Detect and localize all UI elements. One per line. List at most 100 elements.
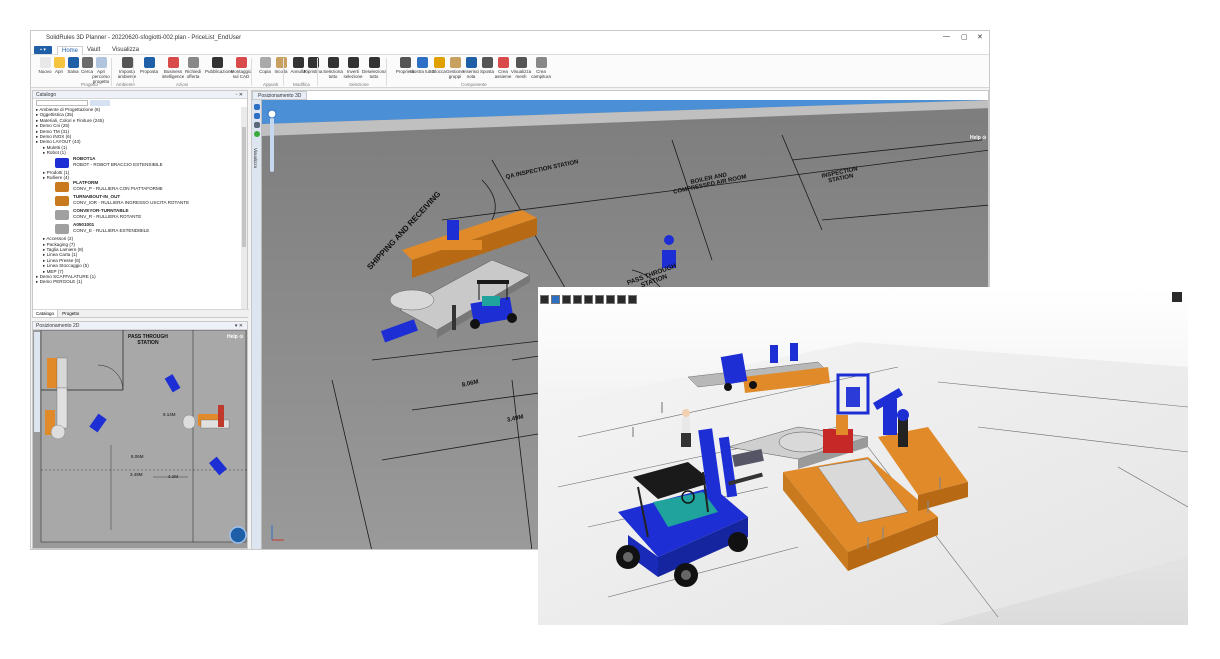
ribbon-btn-hatch[interactable]: Crea campitura [529, 57, 553, 79]
tree-item-label: Linea Presse (6) [46, 257, 81, 263]
tree-item-label: Demo LAYOUT (43) [39, 139, 81, 145]
select-cursor-icon[interactable] [551, 295, 560, 304]
pan-icon[interactable] [584, 295, 593, 304]
tab-positioning-3d[interactable]: Posizionamento 3D [252, 91, 308, 100]
panel-pin-icon[interactable]: ▾ ✕ [235, 322, 243, 330]
maximize-button[interactable]: ▢ [961, 33, 968, 41]
tab-home[interactable]: Home [57, 46, 84, 55]
home-view-icon[interactable] [540, 295, 549, 304]
catalog-title: Catalogo [36, 92, 57, 98]
ribbon-btn-cad[interactable]: Montaggio sul CAD [229, 57, 253, 79]
globe-icon[interactable] [254, 131, 260, 137]
catalog-product[interactable]: PLATFORM CONV_P - RULLIERA CON PIATTAFORM… [33, 180, 241, 194]
ribbon-btn-euro[interactable]: Proposta [137, 57, 161, 74]
catalog-product[interactable]: ROBOT1A ROBOT - ROBOT BRACCIO ESTENSIBILE [33, 156, 241, 170]
panel-3d-tab-label: Posizionamento 3D [258, 93, 302, 99]
sidebar-visualizza-label: Visualizza [253, 148, 258, 169]
viewer-3d-sidebar[interactable]: Visualizza [252, 100, 262, 549]
layers-icon[interactable] [254, 122, 260, 128]
ribbon-group-label: Modifica [293, 82, 310, 87]
plan2d-toolbox[interactable] [34, 332, 40, 432]
screenshot-icon[interactable] [617, 295, 626, 304]
product-thumbnail [55, 182, 69, 193]
plan2d-dim-2: 3.49M [130, 472, 143, 477]
file-menu-button[interactable]: ▪ ▾ [34, 46, 52, 54]
help-button[interactable]: Help ⊙ [227, 334, 243, 340]
ribbon-separator [251, 58, 252, 86]
help-button[interactable]: Help ⊙ [970, 135, 986, 141]
ribbon-btn-deselect[interactable]: Deseleziona tutto [362, 57, 387, 79]
ribbon-btn-settings[interactable]: Imposta ambiente [115, 57, 139, 79]
ribbon-btn-label: Crea campitura [531, 69, 551, 79]
ribbon-group-label: Azioni [176, 82, 189, 87]
tree-item-label: Accessori (2) [46, 236, 74, 242]
product-thumbnail [55, 224, 69, 235]
catalog-toolbar-icons[interactable] [90, 100, 110, 106]
render-3d-canvas [538, 287, 1188, 625]
ribbon-separator [317, 58, 318, 86]
plan2d-dim-1: 8.06M [131, 454, 144, 459]
tab-catalogo[interactable]: Catalogo [33, 310, 59, 317]
ribbon-btn-folder[interactable]: Apri percorso progetto [89, 57, 113, 84]
folder-icon [95, 57, 107, 68]
tree-item-label: Materiali, Colori e Finiture (245) [39, 117, 104, 123]
catalog-scrollbar[interactable] [241, 107, 247, 309]
tab-visualizza[interactable]: Visualizza [108, 46, 143, 54]
tree-item[interactable]: ▸ Demo PERGOLE (1) [33, 279, 241, 284]
catalog-filter-select[interactable] [36, 100, 88, 106]
tree-item-label: Muletti (1) [46, 144, 68, 150]
tab-progetto[interactable]: Progetto [59, 310, 82, 317]
render-toolbar [538, 290, 640, 304]
tree-item-label: Linea Carta (1) [46, 252, 78, 258]
panel-pin-icon[interactable]: ▫ ✕ [236, 91, 243, 99]
render-settings-icon[interactable] [1172, 292, 1182, 302]
ribbon-btn-label: Montaggio sul CAD [230, 69, 252, 79]
tree-item-label: Packaging (7) [46, 241, 75, 247]
properties-icon [399, 57, 411, 68]
minimize-button[interactable]: — [943, 33, 950, 40]
catalog-product[interactable]: TURNABOUT-IN_OUT CONV_IOR - RULLIERA INGR… [33, 194, 241, 208]
product-thumbnail [55, 157, 69, 168]
ribbon-group-label: Selezione [349, 82, 369, 87]
close-button[interactable]: ✕ [977, 33, 983, 41]
ribbon-btn-publish[interactable]: Pubblicazione [205, 57, 233, 74]
rotate-icon[interactable] [595, 295, 604, 304]
help-label: Help [970, 135, 981, 141]
fullscreen-icon[interactable] [628, 295, 637, 304]
measure-icon[interactable] [562, 295, 571, 304]
ribbon-tabs: ▪ ▾ Home Vault Visualizza [31, 45, 989, 55]
catalog-panel: Catalogo ▫ ✕ ▸ Ambiente di Progettazione… [32, 90, 249, 318]
catalog-product[interactable]: CONVEYOR-TURNTABLE CONV_R - RULLIERA ROTA… [33, 208, 241, 222]
tree-item-label: MEP (7) [46, 268, 64, 274]
navigate-icon[interactable] [254, 104, 260, 110]
plan2d-dim-3: 4.1M [168, 474, 179, 479]
ribbon: Nuovo Apri Salva Cerca Apri percorso progett… [31, 55, 989, 88]
select-all-icon [327, 57, 339, 68]
view-icon[interactable] [254, 113, 260, 119]
publish-icon [211, 57, 223, 68]
ribbon-btn-label: Seleziona tutto [323, 69, 343, 79]
catalog-product[interactable]: A0501001 CONV_E - RULLIERA ESTENDIBILE [33, 222, 241, 236]
title-bar: SolidRules 3D Planner - 20220620-sfogiot… [31, 31, 989, 45]
scroll-thumb[interactable] [242, 127, 246, 247]
ribbon-btn-label: Deseleziona tutto [362, 69, 387, 79]
tree-item-label: Demo SCAFFALATURE (1) [39, 274, 96, 280]
catalog-header: Catalogo ▫ ✕ [33, 91, 247, 99]
paste-icon [275, 57, 287, 68]
render-3d-overlay[interactable] [538, 287, 1188, 625]
tree-item-label: Robot (1) [46, 150, 66, 156]
ribbon-btn-mail[interactable]: Richiedi offerta [181, 57, 205, 79]
camera-icon[interactable] [573, 295, 582, 304]
ribbon-btn-label: Richiedi offerta [184, 69, 201, 79]
plan2d-dim-4: 9.14M [163, 412, 176, 417]
tree-item-label: Rulliere (4) [46, 174, 70, 180]
zoom-extents-icon[interactable] [606, 295, 615, 304]
euro-icon [143, 57, 155, 68]
plan-2d-canvas[interactable] [33, 330, 248, 549]
tree-item-label: Ambiente di Progettazione (6) [39, 107, 101, 112]
mail-icon [187, 57, 199, 68]
ribbon-btn-label: Inverti selezione [343, 69, 363, 79]
tab-vault[interactable]: Vault [83, 46, 104, 54]
tree-item-label: Taglia Lamiere (8) [46, 247, 84, 253]
settings-icon [121, 57, 133, 68]
